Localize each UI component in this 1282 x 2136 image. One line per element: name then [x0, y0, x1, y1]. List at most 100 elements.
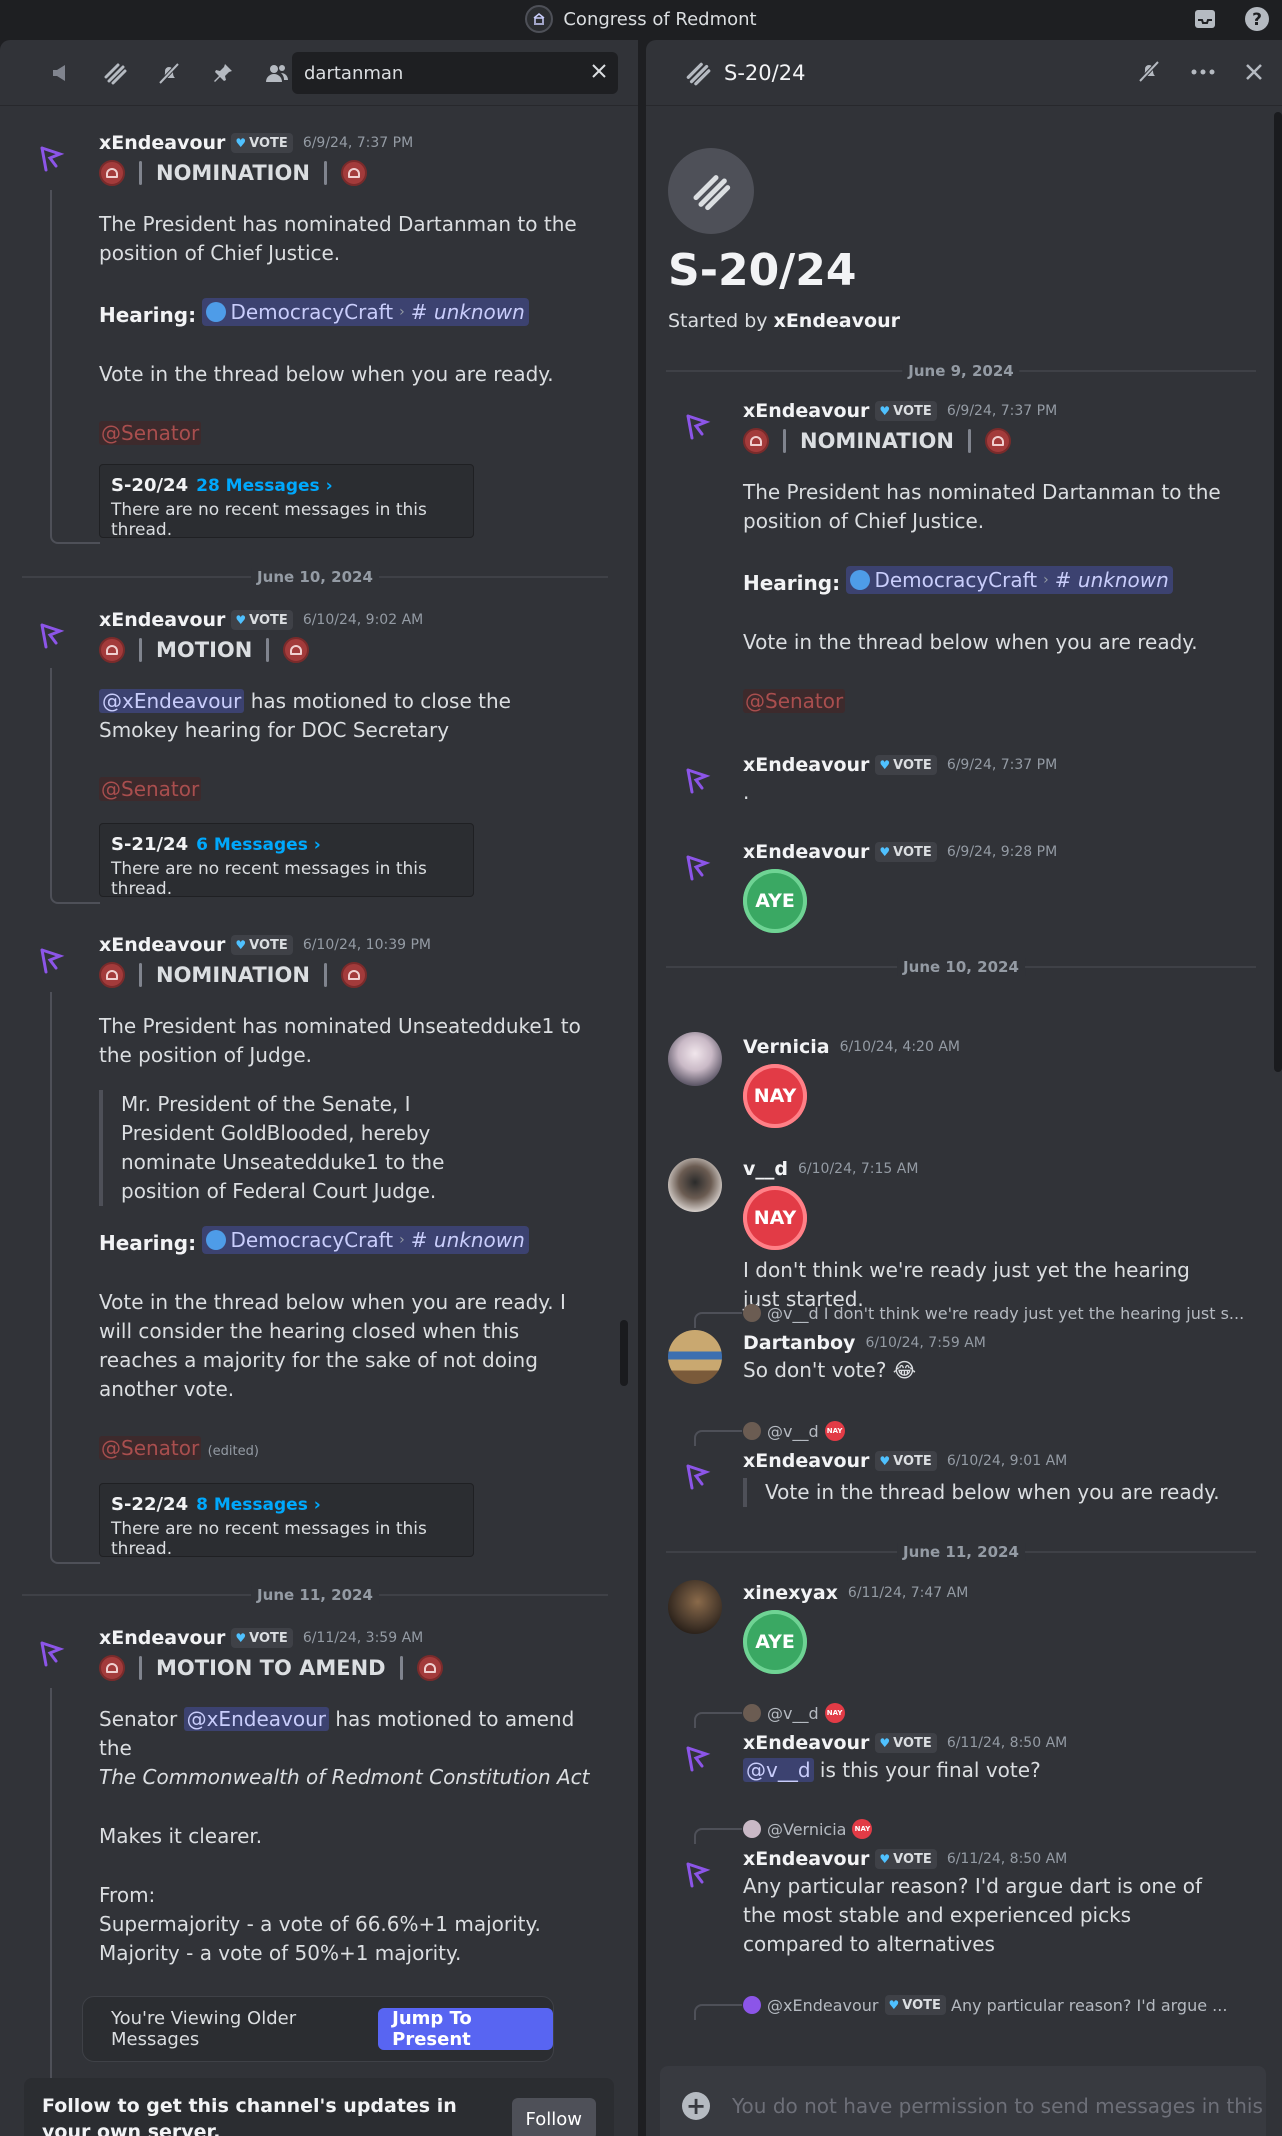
search-input[interactable]: dartanman: [292, 52, 618, 94]
scrollbar-thumb[interactable]: [620, 1320, 628, 1386]
timestamp: 6/11/24, 8:50 AM: [946, 1851, 1068, 1867]
avatar[interactable]: [36, 142, 66, 172]
channel-link[interactable]: DemocracyCraft › # unknown: [846, 566, 1173, 594]
follow-button[interactable]: Follow: [511, 2098, 596, 2136]
starter-name[interactable]: xEndeavour: [774, 310, 900, 332]
date-divider: June 10, 2024: [666, 958, 1256, 976]
avatar[interactable]: [682, 1742, 712, 1772]
author-name[interactable]: Vernicia: [743, 1036, 830, 1058]
thread-message-count[interactable]: 6 Messages ›: [196, 835, 321, 855]
message-heading: NOMINATION: [156, 161, 310, 185]
message-text: Any particular reason? I'd argue dart is…: [743, 1874, 1203, 1956]
reply-text: I don't think we're ready just yet the h…: [823, 1303, 1245, 1323]
reply-preview[interactable]: @v__d I don't think we're ready just yet…: [743, 1302, 1244, 1324]
badge-label: VOTE: [902, 1997, 941, 2013]
avatar[interactable]: [36, 619, 66, 649]
thread-card[interactable]: S-21/24 6 Messages › There are no recent …: [99, 823, 474, 899]
add-attachment-icon[interactable]: +: [682, 2092, 710, 2120]
user-mention[interactable]: @xEndeavour: [99, 689, 245, 713]
role-mention[interactable]: @Senator: [99, 1436, 202, 1460]
close-icon[interactable]: [1244, 62, 1264, 87]
inbox-icon[interactable]: [1190, 4, 1220, 34]
author-name[interactable]: xEndeavour: [743, 1450, 869, 1472]
badge-label: VOTE: [893, 1735, 932, 1751]
jump-to-present-button[interactable]: Jump To Present: [378, 2008, 553, 2050]
author-name[interactable]: Dartanboy: [743, 1332, 855, 1354]
thread-panel: S-20/24 S-20/24 Started by xEndeavour Ju…: [646, 40, 1282, 2136]
reply-preview[interactable]: @v__d NAY: [743, 1420, 845, 1442]
author-name[interactable]: v__d: [743, 1158, 788, 1180]
timestamp: 6/9/24, 7:37 PM: [946, 403, 1058, 419]
message-text: Vote in the thread below when you are re…: [743, 630, 1198, 654]
seal-icon: [340, 962, 367, 988]
mute-bell-icon[interactable]: [1136, 58, 1162, 89]
heart-icon: ♥: [879, 1736, 891, 1750]
thread-card[interactable]: S-22/24 8 Messages › There are no recent …: [99, 1483, 474, 1559]
reply-user: @xEndeavour: [767, 1995, 879, 2015]
act-title: The Commonwealth of Redmont Constitution…: [99, 1765, 590, 1789]
reply-preview[interactable]: @v__d NAY: [743, 1702, 845, 1724]
avatar[interactable]: [682, 1858, 712, 1888]
author-name[interactable]: xEndeavour: [99, 934, 225, 956]
author-name[interactable]: xEndeavour: [99, 609, 225, 631]
thread-message-count[interactable]: 28 Messages ›: [196, 476, 332, 496]
reply-connector: [694, 2004, 742, 2020]
channel-link[interactable]: DemocracyCraft › # unknown: [202, 1226, 529, 1254]
reply-preview[interactable]: @xEndeavour ♥ VOTE Any particular reason? …: [743, 1994, 1227, 2016]
role-mention[interactable]: @Senator: [99, 421, 202, 445]
reply-preview[interactable]: @Vernicia NAY: [743, 1818, 873, 1840]
seal-icon: [99, 637, 125, 663]
avatar[interactable]: [668, 1580, 722, 1634]
role-mention[interactable]: @Senator: [99, 777, 202, 801]
aye-emoji: AYE: [743, 869, 807, 933]
avatar[interactable]: [682, 1460, 712, 1490]
pin-icon[interactable]: [196, 53, 250, 93]
thread-title: S-20/24: [668, 245, 857, 296]
seal-icon: [99, 962, 125, 988]
follow-bar: Follow to get this channel's updates in …: [24, 2078, 614, 2136]
role-mention[interactable]: @Senator: [743, 689, 846, 713]
badge-label: VOTE: [249, 612, 288, 628]
user-mention[interactable]: @xEndeavour: [183, 1707, 329, 1731]
heart-icon: ♥: [879, 1852, 891, 1866]
title-bar: Congress of Redmont ?: [0, 0, 1282, 38]
channel-link[interactable]: DemocracyCraft › # unknown: [202, 298, 529, 326]
avatar[interactable]: [668, 1330, 722, 1384]
avatar[interactable]: [668, 1158, 722, 1212]
reply-user: @v__d: [767, 1421, 819, 1441]
thread-card[interactable]: S-20/24 28 Messages › There are no recent…: [99, 464, 474, 540]
author-name[interactable]: xEndeavour: [743, 400, 869, 422]
author-name[interactable]: xEndeavour: [743, 754, 869, 776]
threads-icon[interactable]: [88, 53, 142, 93]
thread-note: There are no recent messages in this thr…: [111, 859, 427, 899]
message-input[interactable]: + You do not have permission to send mes…: [660, 2066, 1266, 2136]
help-icon[interactable]: ?: [1242, 4, 1272, 34]
author-name[interactable]: xinexyax: [743, 1582, 838, 1604]
megaphone-icon[interactable]: [34, 53, 88, 93]
avatar[interactable]: [668, 1032, 722, 1086]
avatar[interactable]: [36, 944, 66, 974]
author-name[interactable]: xEndeavour: [743, 1732, 869, 1754]
message-heading: NOMINATION: [156, 963, 310, 987]
reply-user: @v__d: [767, 1703, 819, 1723]
avatar[interactable]: [682, 851, 712, 881]
thread-message-count[interactable]: 8 Messages ›: [196, 1495, 321, 1515]
window-title: Congress of Redmont: [563, 8, 757, 30]
avatar[interactable]: [682, 764, 712, 794]
more-options-icon[interactable]: [1190, 62, 1216, 87]
nay-mini-icon: NAY: [824, 1703, 845, 1723]
author-name[interactable]: xEndeavour: [99, 132, 225, 154]
badge-label: VOTE: [249, 1630, 288, 1646]
author-name[interactable]: xEndeavour: [743, 1848, 869, 1870]
user-mention[interactable]: @v__d: [743, 1758, 814, 1782]
author-name[interactable]: xEndeavour: [99, 1627, 225, 1649]
started-prefix: Started by: [668, 310, 774, 332]
author-name[interactable]: xEndeavour: [743, 841, 869, 863]
clear-search-icon[interactable]: [590, 62, 608, 85]
hearing-label: Hearing:: [99, 1231, 197, 1255]
scrollbar-thumb[interactable]: [1274, 112, 1282, 1072]
started-by: Started by xEndeavour: [668, 310, 900, 332]
avatar[interactable]: [36, 1637, 66, 1667]
avatar[interactable]: [682, 410, 712, 440]
mute-bell-icon[interactable]: [142, 53, 196, 93]
